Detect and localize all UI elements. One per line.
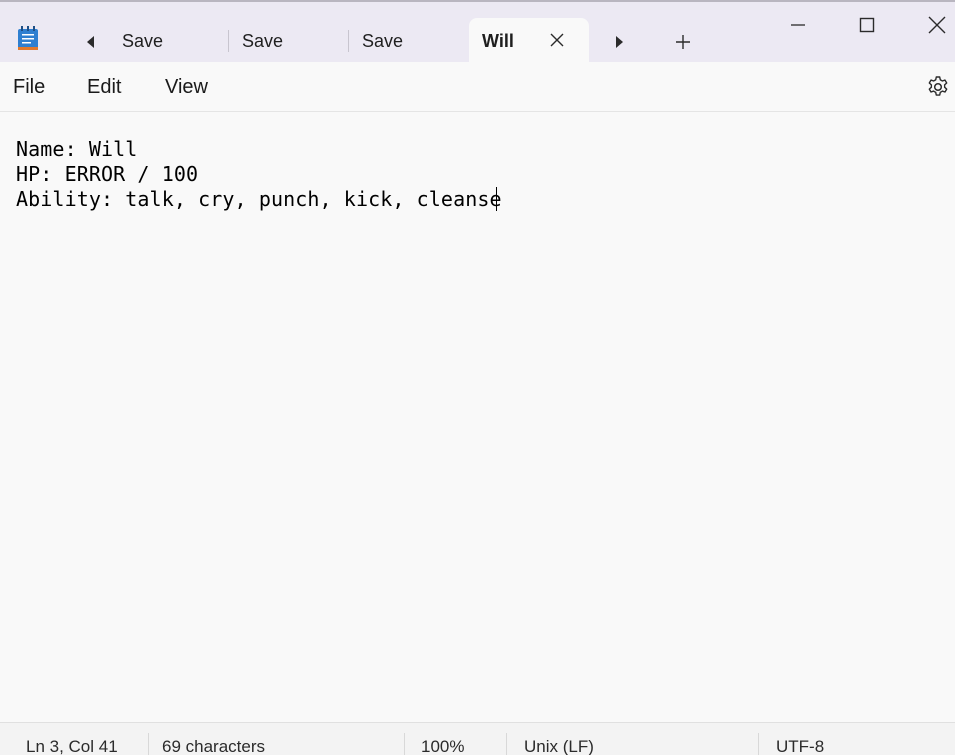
caret-right-icon — [616, 36, 623, 48]
scroll-tabs-left-button[interactable] — [78, 29, 104, 55]
zoom-level[interactable]: 100% — [421, 737, 464, 755]
tab-label: Save — [122, 30, 164, 51]
close-icon — [928, 16, 946, 34]
status-divider — [404, 733, 405, 755]
close-tab-button[interactable] — [547, 30, 567, 50]
gear-icon — [928, 76, 948, 96]
status-divider — [758, 733, 759, 755]
tab-save-1[interactable]: Save — [122, 18, 227, 64]
tab-divider — [228, 30, 229, 52]
cursor-position: Ln 3, Col 41 — [26, 737, 118, 755]
text-editor[interactable]: Name: Will HP: ERROR / 100 Ability: talk… — [0, 112, 955, 722]
status-bar: Ln 3, Col 41 69 characters 100% Unix (LF… — [0, 722, 955, 755]
status-divider — [148, 733, 149, 755]
editor-line: Ability: talk, cry, punch, kick, cleanse — [16, 187, 502, 211]
tab-label: Save — [242, 30, 284, 51]
maximize-icon — [859, 17, 875, 33]
maximize-button[interactable] — [850, 10, 884, 40]
close-icon — [550, 33, 564, 47]
text-caret — [496, 187, 497, 211]
minimize-icon — [791, 24, 805, 26]
menu-edit[interactable]: Edit — [87, 76, 121, 99]
title-bar: Save Save Save Will — [0, 0, 955, 64]
line-ending[interactable]: Unix (LF) — [524, 737, 594, 755]
close-window-button[interactable] — [920, 10, 954, 40]
notepad-icon — [18, 26, 38, 50]
caret-left-icon — [87, 36, 94, 48]
editor-line: HP: ERROR / 100 — [16, 162, 199, 186]
tab-label: Save — [362, 30, 404, 51]
menu-bar: File Edit View — [0, 62, 955, 112]
editor-line: Name: Will — [16, 137, 138, 161]
tab-save-3[interactable]: Save — [362, 18, 467, 64]
tab-save-2[interactable]: Save — [242, 18, 347, 64]
new-tab-button[interactable] — [670, 29, 696, 55]
character-count: 69 characters — [162, 737, 265, 755]
scroll-tabs-right-button[interactable] — [606, 29, 632, 55]
plus-icon — [676, 35, 690, 49]
menu-view[interactable]: View — [165, 76, 208, 99]
settings-button[interactable] — [926, 75, 950, 99]
tab-will[interactable]: Will — [469, 18, 589, 64]
menu-file[interactable]: File — [13, 76, 45, 99]
encoding[interactable]: UTF-8 — [776, 737, 824, 755]
tab-divider — [348, 30, 349, 52]
status-divider — [506, 733, 507, 755]
tab-label: Will — [482, 30, 514, 51]
minimize-button[interactable] — [781, 10, 815, 40]
